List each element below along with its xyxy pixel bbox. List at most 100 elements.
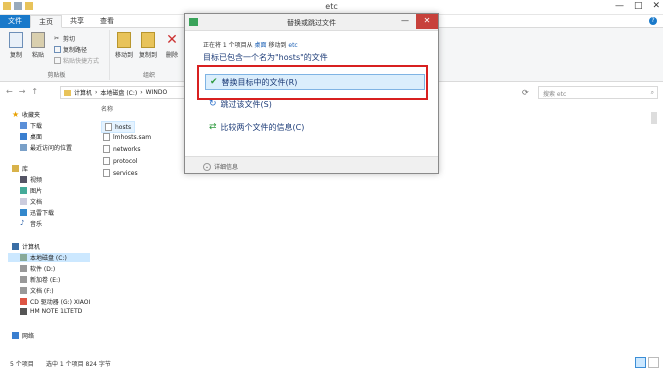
refresh-icon[interactable]: ⟳ [522,88,529,97]
paste-icon [31,32,45,48]
cd-drive-icon [20,298,27,305]
forward-icon[interactable]: → [19,87,26,96]
star-icon: ★ [12,110,20,119]
paste-shortcut-button[interactable]: 粘贴快捷方式 [54,56,99,65]
column-header-name[interactable]: 名称 [101,104,113,113]
nav-computer[interactable]: 计算机 [12,242,40,251]
scissors-icon: ✂ [54,35,60,42]
file-item-hosts[interactable]: hosts [101,121,136,133]
move-folder-icon [117,32,131,48]
status-bar: 5 个项目 选中 1 个项目 824 字节 [0,355,663,372]
file-item-networks[interactable]: networks [103,145,141,153]
tab-home[interactable]: 主页 [30,15,62,28]
nav-thunder-downloads[interactable]: 迅雷下载 [20,208,54,217]
file-icon [103,133,110,141]
network-icon [12,332,19,339]
picture-icon [20,187,27,194]
copy-button[interactable]: 复制 [6,32,26,59]
item-count: 5 个项目 [10,361,34,368]
nav-drive-f[interactable]: 文档 (F:) [20,286,54,295]
delete-button[interactable]: ✕ 删除 [162,32,182,59]
drive-icon [20,287,27,294]
nav-recent[interactable]: 最近访问的位置 [20,143,72,152]
folder-icon [64,89,71,96]
desktop-icon [20,133,27,140]
file-icon [103,157,110,165]
copy-path-button[interactable]: 复制路径 [54,45,87,54]
file-icon [105,123,112,131]
replace-or-skip-dialog: 替换或跳过文件 — ✕ 正在将 1 个项目从 桌面 移动到 etc 目标已包含一… [184,13,439,174]
paste-button[interactable]: 粘贴 [28,32,48,59]
checkmark-icon: ✔ [210,77,218,87]
copy-to-button[interactable]: 复制到 [138,32,158,59]
drive-icon [20,254,27,261]
selection-info: 选中 1 个项目 824 字节 [46,361,111,368]
dialog-minimize-button[interactable]: — [394,14,416,29]
clipboard-group-label: 剪贴板 [47,72,66,79]
chevron-right-icon: › [95,89,98,96]
close-button[interactable]: ✕ [652,1,660,11]
computer-icon [12,243,19,250]
navigation-pane: ★ 收藏夹 下载 桌面 最近访问的位置 库 视频 图片 文档 迅雷下载 ♪ 音乐… [0,102,95,352]
dialog-progress-text: 正在将 1 个项目从 桌面 移动到 etc [203,42,298,49]
phone-icon [20,308,27,315]
copy-folder-icon [141,32,155,48]
thunder-icon [20,209,27,216]
file-item-services[interactable]: services [103,169,138,177]
compare-files-option[interactable]: ⇄ 比较两个文件的信息(C) [205,119,425,135]
organize-group: 移动到 复制到 ✕ 删除 组织 [112,30,187,80]
nav-phone[interactable]: HM NOTE 1LTETD [20,308,82,315]
up-icon[interactable]: ↑ [31,87,38,96]
tab-file[interactable]: 文件 [0,15,30,28]
file-item-lmhosts[interactable]: lmhosts.sam [103,133,151,141]
dialog-footer: ⌄ 详细信息 [185,156,438,173]
details-view-icon[interactable] [635,357,646,368]
file-item-protocol[interactable]: protocol [103,157,137,165]
nav-network[interactable]: 网络 [12,331,34,340]
replace-file-option[interactable]: ✔ 替换目标中的文件(R) [205,74,425,90]
more-details-button[interactable]: ⌄ 详细信息 [203,162,238,171]
file-icon [103,169,110,177]
large-icons-view-icon[interactable] [648,357,659,368]
nav-drive-c[interactable]: 本地磁盘 (C:) [8,253,90,262]
nav-favorites[interactable]: ★ 收藏夹 [12,110,40,120]
tab-share[interactable]: 共享 [62,15,92,28]
minimize-button[interactable]: — [615,1,624,11]
breadcrumb-computer[interactable]: 计算机 [74,88,92,97]
nav-documents[interactable]: 文档 [20,197,42,206]
breadcrumb-windows[interactable]: WINDO [146,89,168,96]
music-icon: ♪ [20,219,25,227]
drive-icon [20,265,27,272]
search-input[interactable]: 搜索 etc ⌕ [538,86,658,99]
nav-libraries[interactable]: 库 [12,164,28,173]
nav-drive-g[interactable]: CD 驱动器 (G:) XIAOI [20,297,90,306]
nav-music[interactable]: ♪ 音乐 [20,219,42,229]
nav-desktop[interactable]: 桌面 [20,132,42,141]
window-title: etc [325,2,338,11]
dialog-close-button[interactable]: ✕ [416,14,438,29]
nav-videos[interactable]: 视频 [20,175,42,184]
download-icon [20,122,27,129]
maximize-button[interactable]: □ [634,1,643,11]
nav-downloads[interactable]: 下载 [20,121,42,130]
nav-drive-d[interactable]: 软件 (D:) [20,264,55,273]
document-icon [20,198,27,205]
cut-button[interactable]: ✂ 剪切 [54,34,75,43]
video-icon [20,176,27,183]
scrollbar[interactable] [651,112,657,124]
back-icon[interactable]: ← [6,87,13,96]
nav-pictures[interactable]: 图片 [20,186,42,195]
skip-file-option[interactable]: ↻ 跳过该文件(S) [205,96,425,112]
file-icon [103,145,110,153]
dialog-message: 目标已包含一个名为"hosts"的文件 [203,53,328,62]
move-to-button[interactable]: 移动到 [114,32,134,59]
tab-view[interactable]: 查看 [92,15,122,28]
source-link[interactable]: 桌面 [255,42,267,49]
help-icon[interactable]: ? [649,17,657,25]
breadcrumb-drive-c[interactable]: 本地磁盘 (C:) [100,88,137,97]
nav-drive-e[interactable]: 新加卷 (E:) [20,275,60,284]
clipboard-group: 复制 粘贴 ✂ 剪切 复制路径 粘贴快捷方式 剪贴板 [4,30,110,80]
address-bar[interactable]: 计算机 › 本地磁盘 (C:) › WINDO [60,86,190,99]
destination-link[interactable]: etc [288,42,297,49]
chevron-down-icon: ⌄ [203,162,211,171]
